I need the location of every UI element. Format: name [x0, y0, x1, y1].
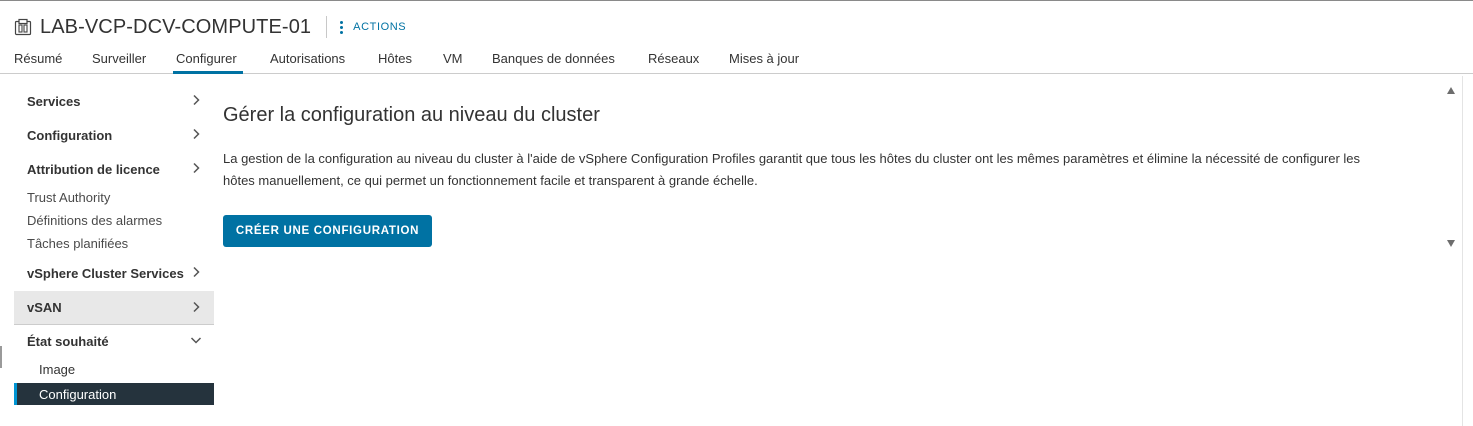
sidebar-group-desired-state[interactable]: État souhaité	[14, 326, 214, 356]
sidebar-item-label: Image	[39, 361, 76, 377]
sidebar-item-label: Tâches planifiées	[27, 235, 129, 251]
sidebar-item-label: Trust Authority	[27, 189, 111, 205]
cluster-icon	[14, 18, 32, 36]
sidebar-group-label: Services	[27, 93, 81, 109]
sidebar-item-label: Configuration	[39, 386, 117, 402]
tab-vms[interactable]: VM	[443, 51, 463, 74]
header-divider	[326, 16, 328, 38]
object-tabs: Résumé Surveiller Configurer Autorisatio…	[0, 46, 1473, 74]
scroll-up-icon[interactable]	[1447, 87, 1455, 94]
create-configuration-button[interactable]: CRÉER UNE CONFIGURATION	[223, 215, 432, 247]
tab-networks[interactable]: Réseaux	[648, 51, 699, 74]
sidebar-group-vsan[interactable]: vSAN	[14, 291, 214, 324]
description-line: La gestion de la configuration au niveau…	[223, 151, 1361, 166]
tab-updates[interactable]: Mises à jour	[729, 51, 799, 74]
content-scrollbar[interactable]	[1441, 76, 1473, 426]
scroll-down-icon[interactable]	[1447, 240, 1455, 247]
chevron-right-icon	[193, 94, 200, 106]
chevron-down-icon	[190, 337, 202, 344]
sidebar-item-scheduled-tasks[interactable]: Tâches planifiées	[14, 232, 214, 254]
sidebar-group-vsphere-cluster-services[interactable]: vSphere Cluster Services	[14, 258, 214, 288]
chevron-right-icon	[193, 128, 200, 140]
description-line: hôtes manuellement, ce qui permet un fon…	[223, 173, 758, 188]
section-description: La gestion de la configuration au niveau…	[223, 148, 1423, 192]
sidebar-item-alarm-definitions[interactable]: Définitions des alarmes	[14, 209, 214, 231]
pane-resize-handle[interactable]	[0, 346, 2, 368]
scroll-track	[1462, 76, 1463, 426]
sidebar-group-label: Attribution de licence	[27, 161, 160, 177]
tab-monitor[interactable]: Surveiller	[92, 51, 146, 74]
tab-resume[interactable]: Résumé	[14, 51, 62, 74]
chevron-right-icon	[193, 266, 200, 278]
sidebar-group-label: vSAN	[27, 300, 62, 315]
sidebar-group-label: vSphere Cluster Services	[27, 265, 184, 281]
sidebar-item-image[interactable]: Image	[14, 358, 214, 380]
active-tab-indicator	[173, 71, 243, 74]
main-content: Gérer la configuration au niveau du clus…	[223, 104, 1423, 247]
chevron-right-icon	[193, 301, 200, 313]
object-header: LAB-VCP-DCV-COMPUTE-01 ACTIONS	[14, 14, 406, 40]
section-heading: Gérer la configuration au niveau du clus…	[223, 104, 600, 126]
kebab-vertical-icon	[339, 20, 343, 35]
chevron-right-icon	[193, 162, 200, 174]
sidebar-group-licensing[interactable]: Attribution de licence	[14, 154, 214, 184]
sidebar-group-label: État souhaité	[27, 333, 109, 349]
tab-hosts[interactable]: Hôtes	[378, 51, 412, 74]
actions-label: ACTIONS	[353, 21, 407, 33]
sidebar-group-label: Configuration	[27, 127, 113, 143]
sidebar-item-label: Définitions des alarmes	[27, 212, 163, 228]
page-title: LAB-VCP-DCV-COMPUTE-01	[40, 15, 312, 38]
sidebar-divider	[14, 324, 214, 325]
actions-menu-button[interactable]: ACTIONS	[339, 20, 406, 35]
sidebar-group-configuration[interactable]: Configuration	[14, 120, 214, 150]
window-top-border	[0, 0, 1473, 1]
sidebar-group-services[interactable]: Services	[14, 86, 214, 116]
tab-datastores[interactable]: Banques de données	[492, 51, 615, 74]
sidebar-item-trust-authority[interactable]: Trust Authority	[14, 186, 214, 208]
tab-permissions[interactable]: Autorisations	[270, 51, 345, 74]
sidebar-item-desired-configuration[interactable]: Configuration	[14, 383, 214, 405]
